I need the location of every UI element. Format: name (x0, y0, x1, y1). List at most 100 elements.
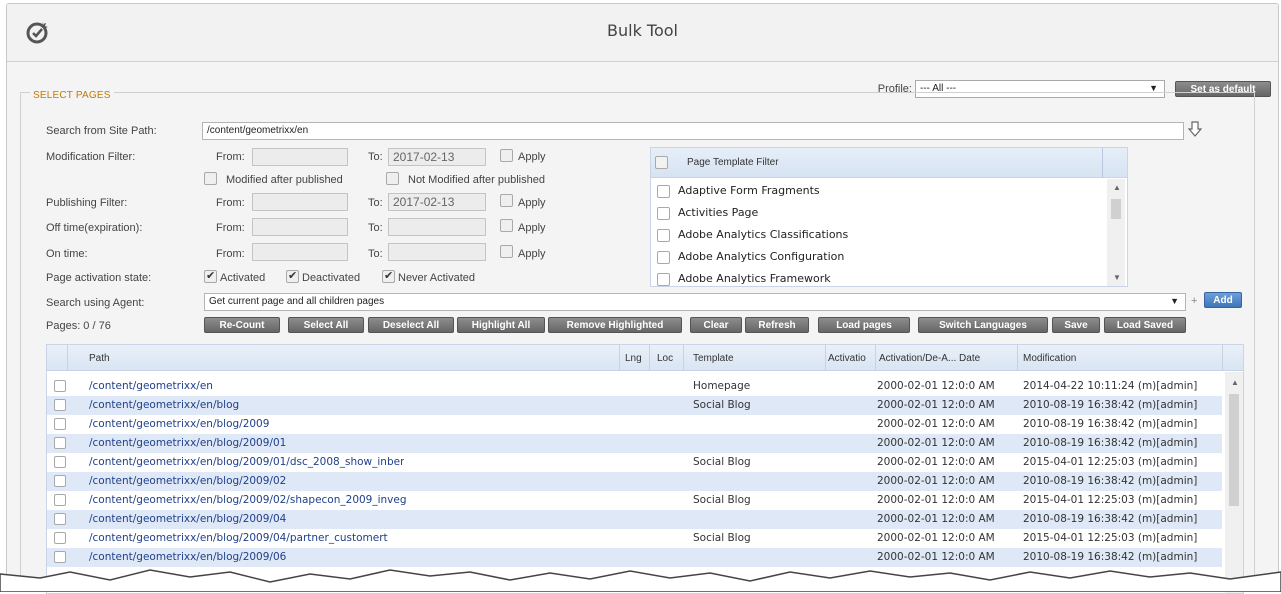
on-from-input[interactable] (252, 243, 348, 261)
pub-from-input[interactable] (252, 193, 348, 211)
mod-apply-label: Apply (518, 151, 546, 163)
template-item[interactable]: Adaptive Form Fragments (657, 184, 820, 198)
template-item-checkbox[interactable] (657, 206, 670, 220)
row-checkbox[interactable] (54, 380, 66, 392)
off-from-input[interactable] (252, 218, 348, 236)
never-activated-checkbox[interactable] (382, 269, 395, 283)
template-item[interactable]: Adobe Analytics Classifications (657, 228, 848, 242)
scroll-up-icon[interactable]: ▲ (1113, 183, 1121, 192)
column-header-modification[interactable]: Modification (1023, 353, 1076, 364)
row-modification: 2015-04-01 12:25:03 (m)[admin] (1023, 532, 1198, 544)
row-checkbox[interactable] (54, 513, 66, 525)
off-from-label: From: (216, 222, 245, 234)
refresh-button[interactable]: Refresh (745, 317, 809, 333)
on-to-label: To: (368, 248, 383, 260)
pub-apply-checkbox[interactable] (500, 194, 513, 207)
on-to-input[interactable] (388, 243, 486, 261)
template-item-checkbox[interactable] (657, 250, 670, 264)
recount-button[interactable]: Re-Count (204, 317, 280, 333)
column-header-template[interactable]: Template (693, 353, 734, 364)
grid-scroll-thumb[interactable] (1229, 394, 1239, 506)
row-path[interactable]: /content/geometrixx/en/blog (89, 399, 239, 411)
switch-languages-button[interactable]: Switch Languages (918, 317, 1048, 333)
row-path[interactable]: /content/geometrixx/en/blog/2009 (89, 418, 269, 430)
column-divider (649, 345, 650, 371)
row-activation-date: 2000-02-01 12:0:0 AM (877, 494, 995, 506)
column-header-path[interactable]: Path (89, 353, 110, 364)
template-item-checkbox[interactable] (657, 184, 670, 198)
row-path[interactable]: /content/geometrixx/en (89, 380, 213, 392)
row-checkbox[interactable] (54, 418, 66, 430)
row-path[interactable]: /content/geometrixx/en/blog/2009/01 (89, 437, 286, 449)
row-checkbox[interactable] (54, 399, 66, 411)
row-path[interactable]: /content/geometrixx/en/blog/2009/01/dsc_… (89, 456, 404, 468)
template-select-all-checkbox[interactable] (655, 156, 668, 169)
mod-to-input[interactable]: 2017-02-13 (388, 148, 486, 166)
on-from-label: From: (216, 248, 245, 260)
scroll-up-icon[interactable]: ▲ (1231, 378, 1239, 387)
row-path[interactable]: /content/geometrixx/en/blog/2009/04/part… (89, 532, 388, 544)
agent-select[interactable]: Get current page and all children pages … (204, 293, 1186, 311)
table-row[interactable]: /content/geometrixx/en/blog/2009/04 2000… (47, 510, 1222, 529)
row-template: Social Blog (693, 494, 751, 506)
row-checkbox[interactable] (54, 532, 66, 544)
table-row[interactable]: /content/geometrixx/en/blog/2009/01 2000… (47, 434, 1222, 453)
table-row[interactable]: /content/geometrixx/en/blog/2009 2000-02… (47, 415, 1222, 434)
row-path[interactable]: /content/geometrixx/en/blog/2009/02/shap… (89, 494, 407, 506)
column-header-activation-date[interactable]: Activation/De-A... Date (879, 353, 980, 364)
row-path[interactable]: /content/geometrixx/en/blog/2009/04 (89, 513, 286, 525)
table-row[interactable]: /content/geometrixx/en/blog/2009/02/shap… (47, 491, 1222, 510)
activation-state-label: Page activation state: (46, 272, 152, 284)
pub-to-input[interactable]: 2017-02-13 (388, 193, 486, 211)
table-row[interactable]: /content/geometrixx/en/blog/2009/01/dsc_… (47, 453, 1222, 472)
on-apply-checkbox[interactable] (500, 245, 513, 258)
template-item-checkbox[interactable] (657, 228, 670, 242)
table-row[interactable]: /content/geometrixx/en/blog/2009/04/part… (47, 529, 1222, 548)
remove-highlighted-button[interactable]: Remove Highlighted (548, 317, 682, 333)
select-all-button[interactable]: Select All (288, 317, 364, 333)
load-saved-button[interactable]: Load Saved (1104, 317, 1186, 333)
mod-from-input[interactable] (252, 148, 348, 166)
column-divider (1017, 345, 1018, 371)
mod-apply-checkbox[interactable] (500, 149, 513, 162)
template-scrollbar[interactable]: ▲ ▼ (1107, 179, 1125, 286)
not-modified-after-checkbox[interactable] (386, 172, 399, 185)
pages-count: Pages: 0 / 76 (46, 320, 111, 332)
off-to-input[interactable] (388, 218, 486, 236)
template-item-checkbox[interactable] (657, 272, 670, 286)
row-checkbox[interactable] (54, 475, 66, 487)
row-checkbox[interactable] (54, 456, 66, 468)
path-picker-icon[interactable] (1188, 120, 1202, 138)
table-row[interactable]: /content/geometrixx/en/blog Social Blog … (47, 396, 1222, 415)
row-template: Homepage (693, 380, 751, 392)
table-row[interactable]: /content/geometrixx/en Homepage 2000-02-… (47, 377, 1222, 396)
deselect-all-button[interactable]: Deselect All (368, 317, 454, 333)
off-apply-checkbox[interactable] (500, 219, 513, 232)
column-header-loc[interactable]: Loc (657, 353, 673, 364)
never-activated-label: Never Activated (398, 272, 476, 284)
row-activation-date: 2000-02-01 12:0:0 AM (877, 418, 995, 430)
template-item[interactable]: Adobe Analytics Configuration (657, 250, 844, 264)
column-header-lng[interactable]: Lng (625, 353, 642, 364)
activated-checkbox[interactable] (204, 269, 217, 283)
column-header-activation[interactable]: Activatio (828, 353, 874, 364)
row-checkbox[interactable] (54, 437, 66, 449)
highlight-all-button[interactable]: Highlight All (457, 317, 545, 333)
save-button[interactable]: Save (1052, 317, 1100, 333)
row-checkbox[interactable] (54, 494, 66, 506)
modified-after-checkbox[interactable] (204, 172, 217, 185)
load-pages-button[interactable]: Load pages (818, 317, 910, 333)
clear-button[interactable]: Clear (690, 317, 742, 333)
site-path-input[interactable]: /content/geometrixx/en (202, 122, 1184, 140)
scroll-down-icon[interactable]: ▼ (1113, 273, 1121, 282)
template-item[interactable]: Adobe Analytics Framework (657, 272, 831, 286)
template-scroll-thumb[interactable] (1111, 199, 1121, 219)
deactivated-checkbox[interactable] (286, 269, 299, 283)
row-path[interactable]: /content/geometrixx/en/blog/2009/02 (89, 475, 286, 487)
agent-label: Search using Agent: (46, 297, 145, 309)
torn-edge-decoration (0, 569, 1281, 592)
template-item[interactable]: Activities Page (657, 206, 758, 220)
add-agent-button[interactable]: Add (1204, 292, 1242, 308)
column-divider (825, 345, 826, 371)
table-row[interactable]: /content/geometrixx/en/blog/2009/02 2000… (47, 472, 1222, 491)
